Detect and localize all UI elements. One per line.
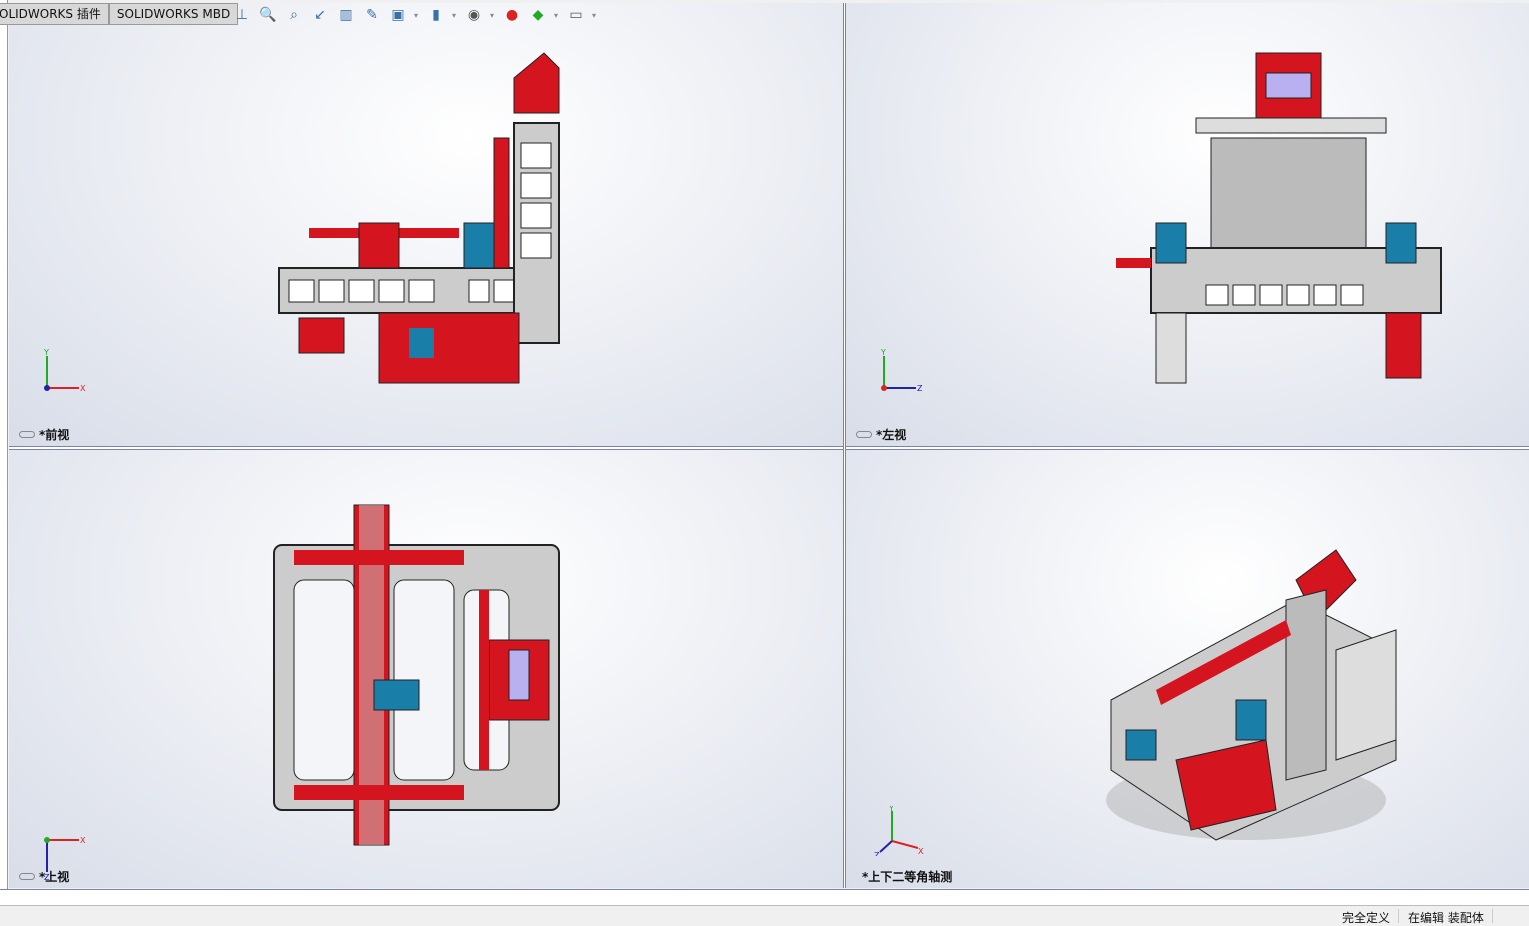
viewport-front[interactable]: YX *前视 <box>9 3 843 446</box>
view-orientation-icon[interactable]: ▣ <box>388 5 408 25</box>
viewport-left[interactable]: YZ *左视 <box>846 3 1529 446</box>
display-style-icon[interactable]: ▮ <box>426 5 446 25</box>
svg-text:Y: Y <box>43 348 49 357</box>
link-views-icon[interactable] <box>19 873 35 880</box>
chevron-down-icon[interactable]: ▾ <box>490 11 496 20</box>
chevron-down-icon[interactable]: ▾ <box>554 11 560 20</box>
command-manager-tabs: OLIDWORKS 插件 SOLIDWORKS MBD <box>0 3 239 25</box>
tab-solidworks-addins[interactable]: OLIDWORKS 插件 <box>0 3 109 25</box>
model-front-view <box>278 52 560 384</box>
svg-text:Y: Y <box>888 806 894 813</box>
viewport-label: *上下二等角轴测 <box>862 870 953 884</box>
section-view-icon[interactable]: ▥ <box>336 5 356 25</box>
view-normal-to-icon[interactable]: ⊥ <box>232 5 252 25</box>
previous-view-icon[interactable]: ↙ <box>310 5 330 25</box>
link-views-icon[interactable] <box>856 431 872 438</box>
edit-appearance-icon[interactable]: ● <box>502 5 522 25</box>
coordinate-triad: Y X Z <box>874 806 924 856</box>
viewport-top[interactable]: XZ *上视 <box>9 450 843 888</box>
viewport-splitter-horizontal[interactable] <box>9 446 1529 450</box>
status-definition: 完全定义 <box>1342 911 1391 925</box>
apply-scene-icon[interactable]: ◆ <box>528 5 548 25</box>
coordinate-triad: YZ <box>880 348 923 393</box>
chevron-down-icon[interactable]: ▾ <box>452 11 458 20</box>
status-bar: 完全定义 在编辑 装配体 <box>0 906 1529 926</box>
zoom-to-fit-icon[interactable]: 🔍 <box>258 5 278 25</box>
dynamic-annotation-icon[interactable]: ✎ <box>362 5 382 25</box>
viewport-splitter-vertical[interactable] <box>843 3 846 888</box>
svg-text:X: X <box>80 384 86 393</box>
viewport-isometric[interactable]: Y X Z *上下二等角轴测 <box>846 450 1529 888</box>
model-isometric-view <box>1106 549 1397 841</box>
viewport-label: *上视 <box>19 868 69 885</box>
svg-text:Z: Z <box>874 851 880 856</box>
chevron-down-icon[interactable]: ▾ <box>592 11 598 20</box>
feature-manager-panel-edge[interactable] <box>0 0 8 890</box>
tab-solidworks-mbd[interactable]: SOLIDWORKS MBD <box>108 3 239 25</box>
chevron-down-icon[interactable]: ▾ <box>414 11 420 20</box>
status-edit-mode: 在编辑 装配体 <box>1408 911 1484 925</box>
model-top-view <box>273 504 560 846</box>
svg-text:X: X <box>80 836 86 845</box>
svg-text:X: X <box>918 847 924 856</box>
horizontal-scrollbar[interactable] <box>0 889 1529 906</box>
viewport-label: *左视 <box>856 426 906 443</box>
zoom-to-area-icon[interactable]: ⌕ <box>284 5 304 25</box>
heads-up-view-toolbar: ⊥ 🔍 ⌕ ↙ ▥ ✎ ▣ ▾ ▮ ▾ ◉ ▾ ● ◆ ▾ ▭ ▾ <box>232 5 598 25</box>
svg-text:Z: Z <box>917 384 923 393</box>
view-settings-icon[interactable]: ▭ <box>566 5 586 25</box>
viewport-label: *前视 <box>19 426 69 443</box>
coordinate-triad: YX <box>43 348 86 393</box>
hide-show-icon[interactable]: ◉ <box>464 5 484 25</box>
model-left-view <box>1116 52 1442 384</box>
link-views-icon[interactable] <box>19 431 35 438</box>
svg-text:Y: Y <box>880 348 886 357</box>
